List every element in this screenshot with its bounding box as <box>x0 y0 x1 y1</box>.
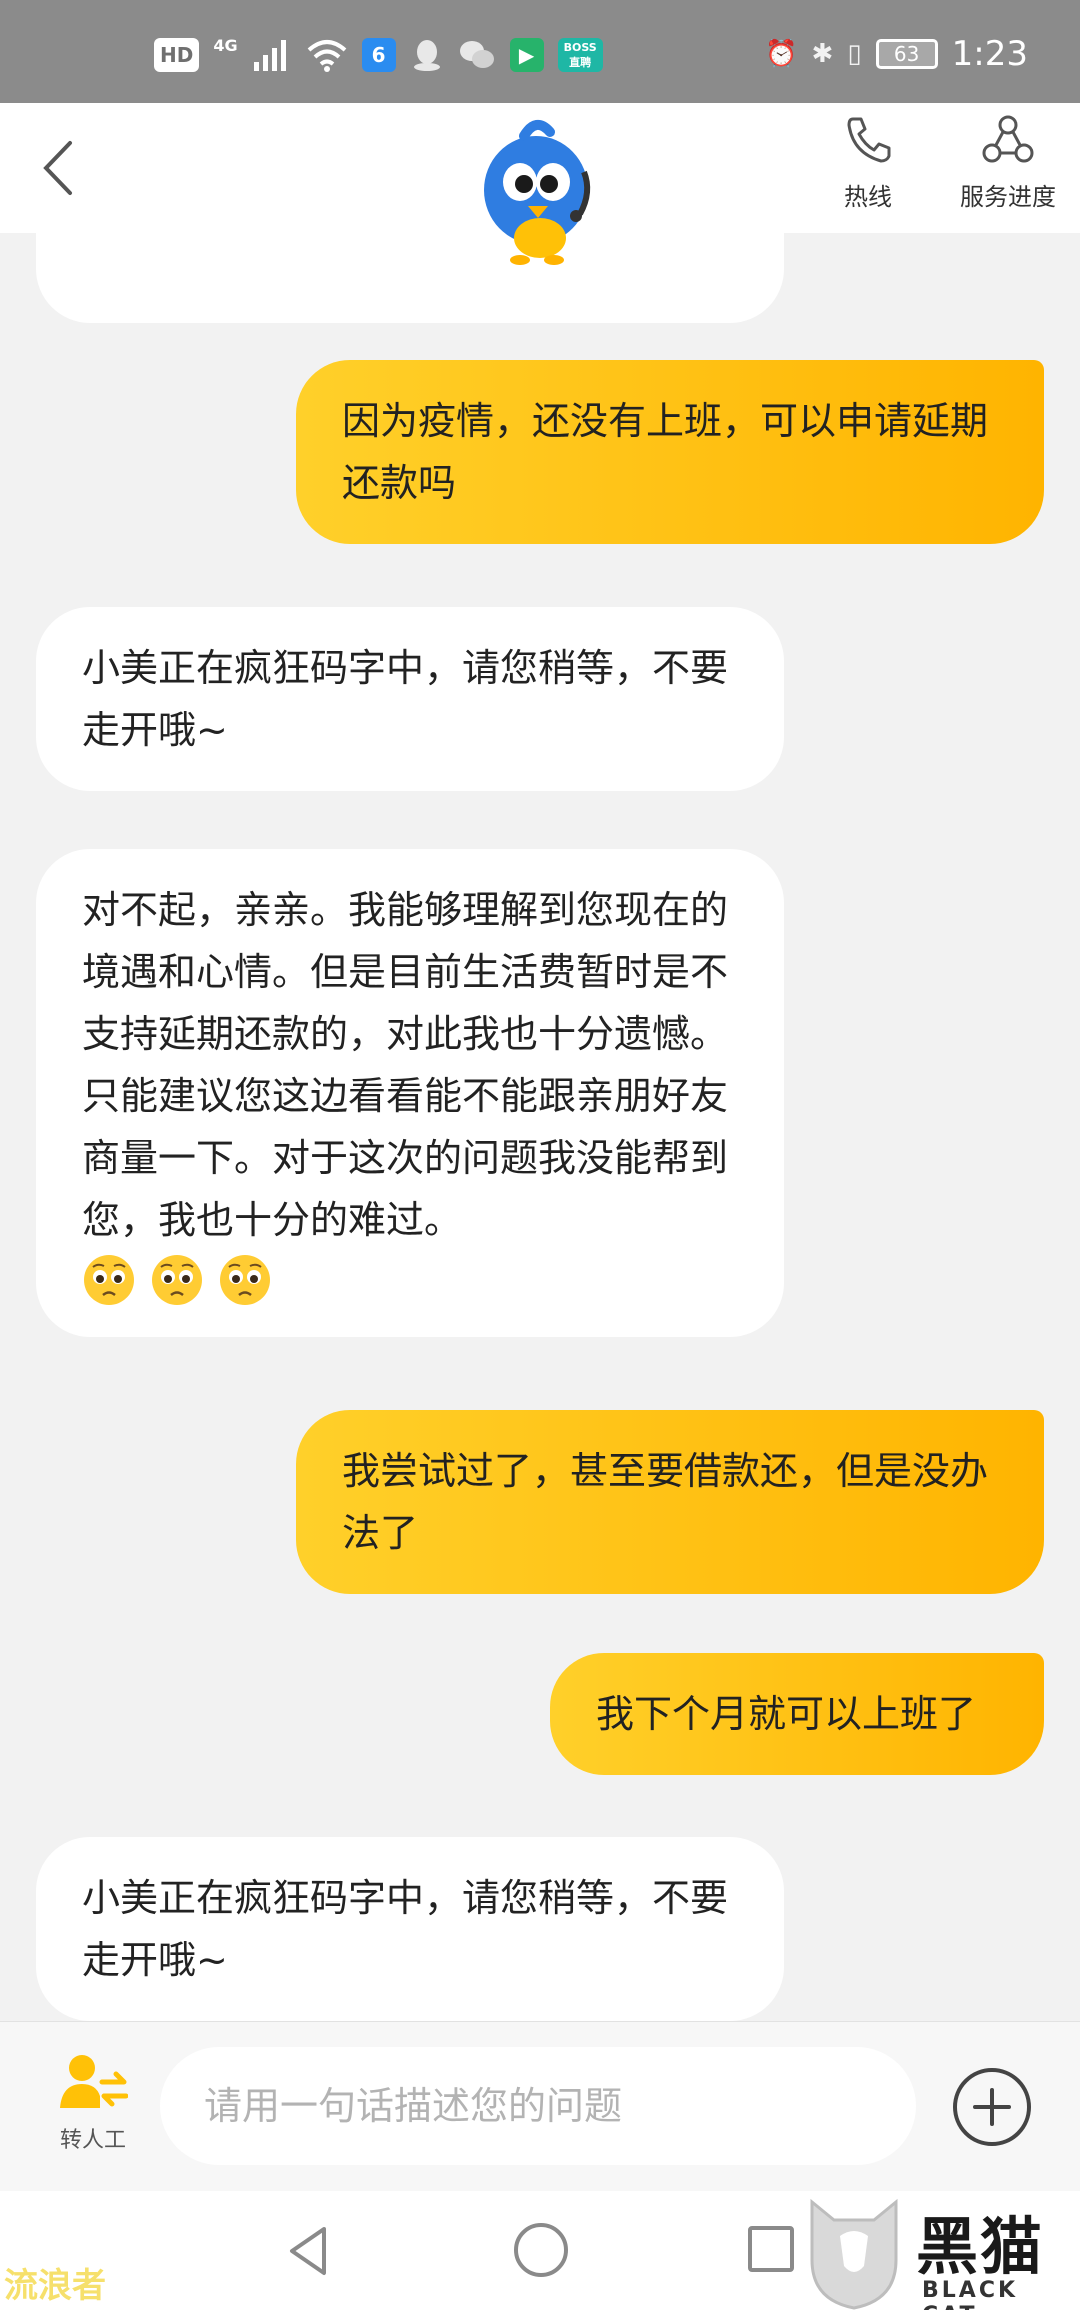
chat-screen: HD 4G 6 ▶ BOSS 直聘 ⏰ ✱ ▯ 63 1:23 热线 服务进度 … <box>0 0 1080 2310</box>
image-message-bubble[interactable] <box>36 233 784 323</box>
message-input-bar: 转人工 <box>0 2021 1080 2191</box>
assistant-mascot-avatar <box>466 120 610 270</box>
message-text: 对不起，亲亲。我能够理解到您现在的境遇和心情。但是目前生活费暂时是不支持延期还款… <box>82 888 729 1242</box>
user-message-bubble: 我尝试过了，甚至要借款还，但是没办法了 <box>296 1410 1044 1594</box>
clock: 1:23 <box>951 34 1028 74</box>
phone-icon <box>847 117 891 163</box>
watermark-black-cat: 黑猫 BLACK CAT <box>804 2196 1080 2310</box>
emoji-row <box>82 1253 738 1307</box>
black-cat-logo-icon <box>810 2198 898 2310</box>
boss-app-icon: BOSS 直聘 <box>557 38 603 72</box>
nav-back-button[interactable] <box>280 2221 340 2281</box>
agent-message-bubble: 对不起，亲亲。我能够理解到您现在的境遇和心情。但是目前生活费暂时是不支持延期还款… <box>36 849 784 1337</box>
hd-badge: HD <box>154 38 200 72</box>
wechat-icon <box>459 41 494 68</box>
message-input[interactable] <box>160 2047 916 2165</box>
hotline-button[interactable]: 热线 <box>828 113 908 212</box>
status-left-icons: HD 4G 6 ▶ BOSS 直聘 <box>154 35 603 72</box>
nav-home-button[interactable] <box>514 2223 568 2277</box>
network-type: 4G <box>213 35 238 55</box>
service-progress-icon <box>982 115 1034 163</box>
more-options-button[interactable] <box>953 2068 1031 2146</box>
watermark-brand-cn: 黑猫 <box>916 2210 1045 2283</box>
nav-recents-button[interactable] <box>748 2226 794 2272</box>
service-progress-button[interactable]: 服务进度 <box>948 113 1068 212</box>
transfer-agent-icon <box>60 2055 129 2108</box>
status-bar: HD 4G 6 ▶ BOSS 直聘 ⏰ ✱ ▯ 63 1:23 <box>0 0 1080 103</box>
back-button[interactable] <box>30 133 90 203</box>
boss-app-label: BOSS <box>563 41 597 54</box>
agent-message-bubble: 小美正在疯狂码字中，请您稍等，不要走开哦~ <box>36 607 784 791</box>
plus-icon <box>973 2088 1011 2126</box>
pleading-face-icon <box>152 1255 202 1305</box>
user-message-bubble: 我下个月就可以上班了 <box>550 1653 1044 1775</box>
message-text: 小美正在疯狂码字中，请您稍等，不要走开哦~ <box>82 1876 729 1982</box>
alarm-icon: ⏰ <box>765 39 798 69</box>
message-text: 我尝试过了，甚至要借款还，但是没办法了 <box>342 1449 989 1555</box>
message-text: 我下个月就可以上班了 <box>596 1692 977 1736</box>
service-progress-label: 服务进度 <box>960 183 1056 211</box>
message-text: 因为疫情，还没有上班，可以申请延期还款吗 <box>342 399 989 505</box>
signal-icon <box>253 40 286 71</box>
watermark-brand-en: BLACK CAT <box>922 2278 1019 2310</box>
watermark-left: 流浪者 <box>4 2266 106 2306</box>
agent-message-bubble: 小美正在疯狂码字中，请您稍等，不要走开哦~ <box>36 1837 784 2021</box>
message-text: 小美正在疯狂码字中，请您稍等，不要走开哦~ <box>82 646 729 752</box>
boss-app-sublabel: 直聘 <box>569 56 592 69</box>
app-notification-icon: 6 <box>361 38 396 72</box>
battery-indicator: 63 <box>875 39 938 69</box>
qq-icon <box>413 40 440 71</box>
video-app-icon: ▶ <box>509 38 544 72</box>
transfer-to-human-label: 转人工 <box>59 2128 126 2153</box>
wifi-icon <box>307 40 346 72</box>
pleading-face-icon <box>220 1255 270 1305</box>
user-message-bubble: 因为疫情，还没有上班，可以申请延期还款吗 <box>296 360 1044 544</box>
transfer-to-human-button[interactable]: 转人工 <box>48 2052 138 2154</box>
message-list[interactable]: 因为疫情，还没有上班，可以申请延期还款吗 小美正在疯狂码字中，请您稍等，不要走开… <box>0 233 1080 2021</box>
vibrate-icon: ▯ <box>847 39 862 69</box>
bluetooth-icon: ✱ <box>811 39 834 69</box>
status-right-icons: ⏰ ✱ ▯ 63 1:23 <box>765 34 1028 74</box>
pleading-face-icon <box>84 1255 134 1305</box>
hotline-label: 热线 <box>844 183 892 211</box>
